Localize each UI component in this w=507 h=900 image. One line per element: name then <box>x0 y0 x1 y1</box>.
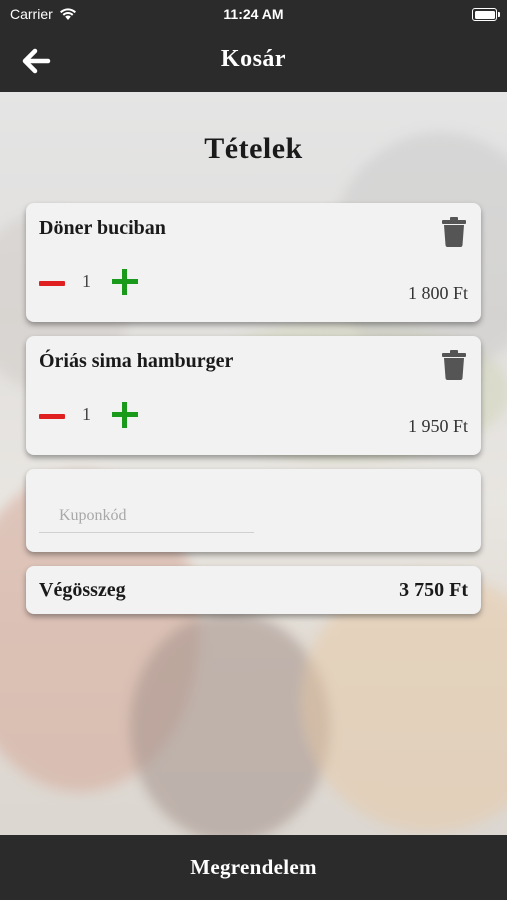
nav-bar: Kosár <box>0 28 507 92</box>
item-price: 1 800 Ft <box>407 283 468 303</box>
total-label: Végösszeg <box>39 579 126 601</box>
battery-icon <box>472 8 500 21</box>
total-value: 3 750 Ft <box>399 579 468 601</box>
increase-quantity-button[interactable] <box>112 402 138 428</box>
increase-quantity-button[interactable] <box>112 269 138 295</box>
delete-button[interactable] <box>441 217 467 247</box>
trash-icon <box>442 217 466 247</box>
order-button[interactable]: Megrendelem <box>0 835 507 900</box>
trash-icon <box>442 350 466 380</box>
decrease-quantity-button[interactable] <box>39 271 65 297</box>
quantity-value: 1 <box>82 271 91 291</box>
status-bar: Carrier 11:24 AM <box>0 0 507 28</box>
status-time: 11:24 AM <box>223 6 284 22</box>
delete-button[interactable] <box>441 350 467 380</box>
page-title: Kosár <box>220 46 287 72</box>
cart-item: Döner buciban 1 1 800 Ft <box>26 203 481 322</box>
section-title: Tételek <box>204 132 303 165</box>
decrease-quantity-button[interactable] <box>39 404 65 430</box>
coupon-code-input[interactable] <box>39 499 254 533</box>
total-card: Végösszeg 3 750 Ft <box>26 566 481 614</box>
item-price: 1 950 Ft <box>407 416 468 436</box>
quantity-value: 1 <box>82 404 91 424</box>
coupon-card <box>26 469 481 552</box>
item-name: Döner buciban <box>39 217 166 239</box>
item-name: Óriás sima hamburger <box>39 350 234 372</box>
cart-item: Óriás sima hamburger 1 1 950 Ft <box>26 336 481 455</box>
